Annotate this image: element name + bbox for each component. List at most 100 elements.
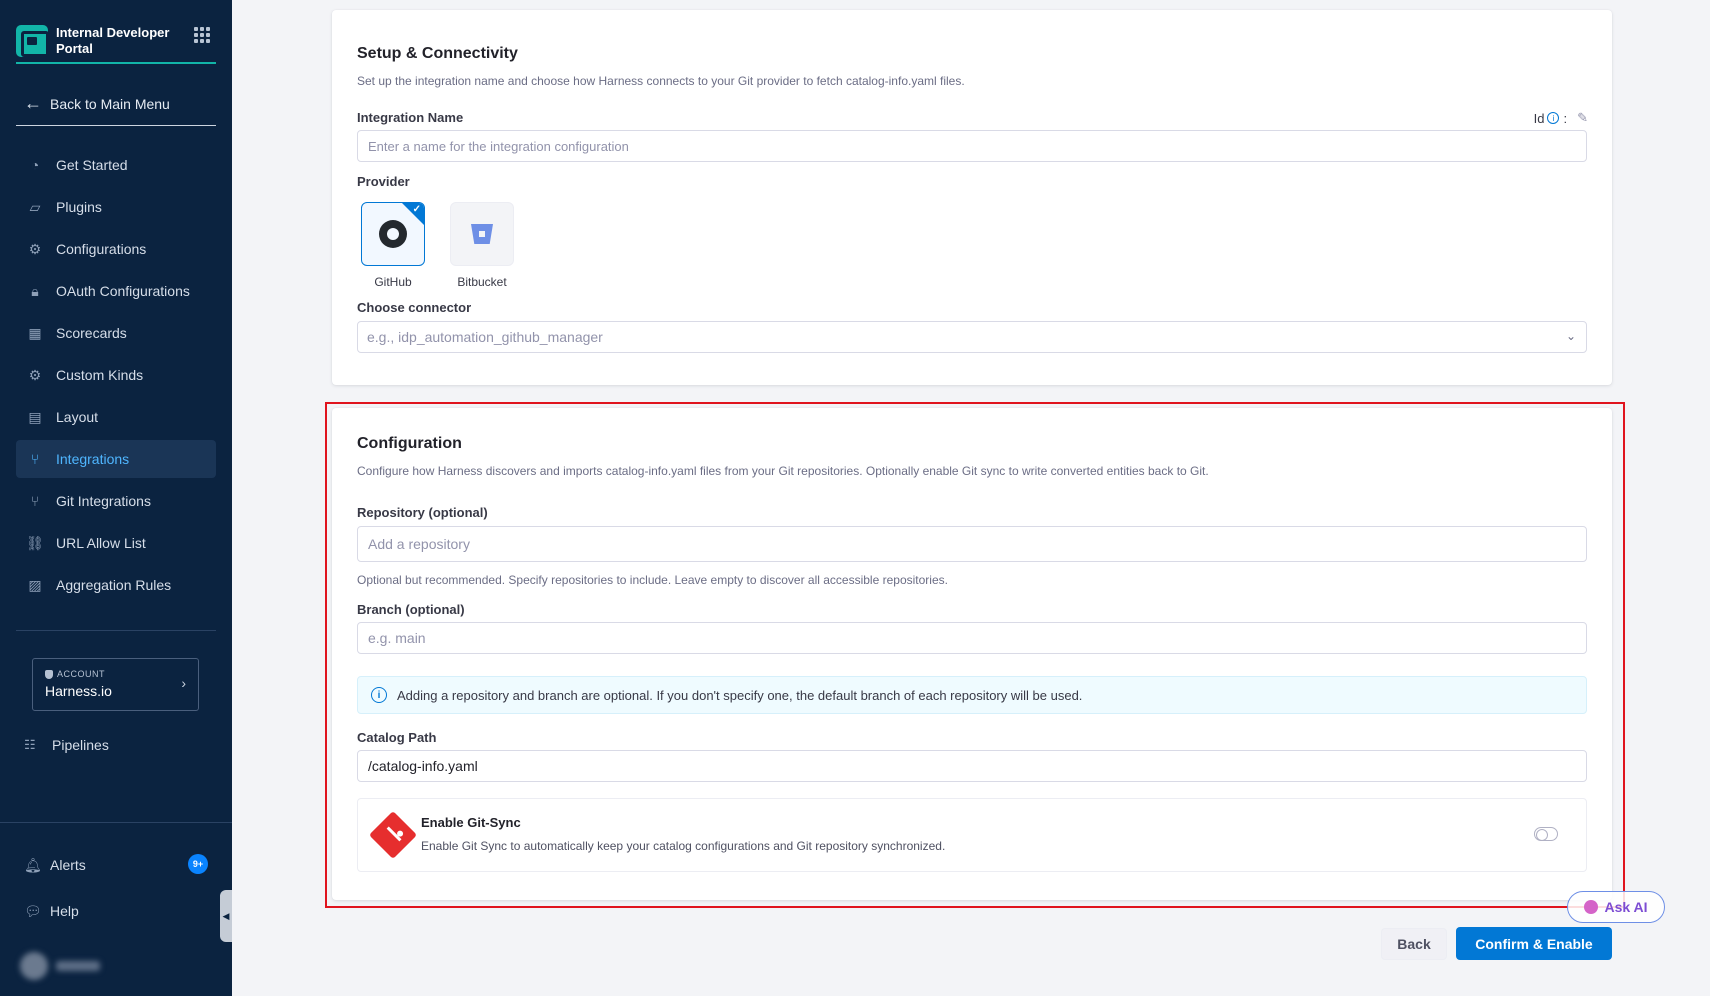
nav-divider	[16, 630, 216, 631]
ask-ai-label: Ask AI	[1604, 899, 1648, 915]
provider-bitbucket-tile[interactable]	[450, 202, 514, 266]
sidebar-item-custom-kinds[interactable]: ⚙ Custom Kinds	[16, 356, 216, 394]
configuration-card: Configuration Configure how Harness disc…	[332, 408, 1612, 900]
repository-helper-text: Optional but recommended. Specify reposi…	[357, 573, 948, 587]
integration-id: Id i : ✎	[1534, 110, 1588, 126]
user-profile[interactable]	[20, 952, 100, 980]
configuration-title: Configuration	[357, 435, 462, 452]
account-label: ACCOUNT	[57, 669, 105, 679]
connector-placeholder: e.g., idp_automation_github_manager	[367, 329, 603, 345]
alerts-count-badge: 9+	[188, 854, 208, 874]
sidebar-item-label: Integrations	[56, 451, 130, 467]
back-button[interactable]: Back	[1381, 928, 1447, 960]
chevron-right-icon: ›	[181, 675, 186, 691]
connector-select[interactable]: e.g., idp_automation_github_manager ⌄	[357, 321, 1587, 353]
sidebar-item-get-started[interactable]: ◔ Get Started	[16, 146, 216, 184]
git-sync-panel: Enable Git-Sync Enable Git Sync to autom…	[357, 798, 1587, 872]
pipelines-label: Pipelines	[52, 737, 109, 753]
plug-icon: ▱	[29, 198, 41, 215]
configuration-description: Configure how Harness discovers and impo…	[357, 464, 1209, 478]
sidebar-item-help[interactable]: 💬︎ Help	[24, 898, 79, 924]
sidebar-item-label: Scorecards	[56, 325, 127, 341]
info-banner-text: Adding a repository and branch are optio…	[397, 687, 1083, 703]
ai-sparkle-icon	[1584, 900, 1599, 914]
rocket-icon: ◔	[30, 157, 40, 173]
provider-bitbucket-label: Bitbucket	[457, 275, 507, 289]
choose-connector-label: Choose connector	[357, 300, 472, 315]
sidebar-item-label: Git Integrations	[56, 493, 151, 509]
sidebar-collapse-handle[interactable]: ◀	[220, 890, 232, 942]
check-icon: ✓	[412, 204, 421, 215]
sidebar-item-label: Plugins	[56, 199, 102, 215]
sidebar-item-label: Layout	[56, 409, 99, 425]
alerts-label: Alerts	[50, 857, 86, 873]
setup-title: Setup & Connectivity	[357, 45, 518, 62]
sidebar-nav: ◔ Get Started ▱ Plugins ⚙ Configurations 🔒︎ OAu…	[16, 146, 216, 608]
edit-pencil-icon[interactable]: ✎	[1577, 110, 1588, 126]
git-sync-toggle[interactable]	[1534, 827, 1558, 841]
sidebar-item-alerts[interactable]: 🔔︎ Alerts 9+	[24, 852, 208, 878]
setup-description: Set up the integration name and choose h…	[357, 74, 965, 88]
sidebar-item-plugins[interactable]: ▱ Plugins	[16, 188, 216, 226]
sidebar-item-label: Get Started	[56, 157, 128, 173]
sidebar-item-label: URL Allow List	[56, 535, 146, 551]
sidebar-item-label: Custom Kinds	[56, 367, 144, 383]
scorecard-icon: ▦	[28, 324, 42, 341]
confirm-enable-button[interactable]: Confirm & Enable	[1456, 927, 1612, 960]
integrations-icon: ⑂	[30, 451, 40, 467]
link-icon: ⛓	[26, 534, 44, 551]
sidebar-item-configurations[interactable]: ⚙ Configurations	[16, 230, 216, 268]
integration-name-input[interactable]: Enter a name for the integration configu…	[357, 130, 1587, 162]
provider-label: Provider	[357, 174, 410, 189]
arrow-left-icon: ←	[24, 93, 42, 113]
aggregation-icon: ▨	[28, 576, 42, 593]
bitbucket-icon	[471, 224, 493, 244]
git-sync-title: Enable Git-Sync	[421, 815, 521, 830]
app-switcher-grid-icon[interactable]	[194, 27, 210, 43]
pipelines-icon: ☷	[24, 737, 36, 752]
branch-label: Branch (optional)	[357, 602, 465, 617]
sidebar-item-pipelines[interactable]: ☷ Pipelines	[24, 730, 109, 760]
main-content: Setup & Connectivity Set up the integrat…	[232, 0, 1710, 996]
sidebar-item-oauth-configurations[interactable]: 🔒︎ OAuth Configurations	[16, 272, 216, 310]
optional-info-banner: i Adding a repository and branch are opt…	[357, 676, 1587, 714]
branch-input[interactable]: e.g. main	[357, 622, 1587, 654]
brand-title: Internal Developer Portal	[56, 25, 170, 56]
repository-input[interactable]: Add a repository	[357, 526, 1587, 562]
provider-github-tile[interactable]: ✓	[361, 202, 425, 266]
git-logo-icon	[368, 810, 418, 860]
info-icon[interactable]: i	[1547, 112, 1560, 124]
sidebar-item-aggregation-rules[interactable]: ▨ Aggregation Rules	[16, 566, 216, 604]
chevron-down-icon: ⌄	[1565, 329, 1576, 343]
back-to-main-menu-link[interactable]: ← Back to Main Menu	[16, 82, 216, 126]
repository-label: Repository (optional)	[357, 505, 488, 520]
sidebar-item-git-integrations[interactable]: ⑂ Git Integrations	[16, 482, 216, 520]
id-label: Id	[1533, 110, 1545, 126]
sidebar-item-label: Aggregation Rules	[56, 577, 172, 593]
sidebar-item-scorecards[interactable]: ▦ Scorecards	[16, 314, 216, 352]
catalog-path-input[interactable]: /catalog-info.yaml	[357, 750, 1587, 782]
sidebar-item-integrations[interactable]: ⑂ Integrations	[16, 440, 216, 478]
lock-icon: 🔒︎	[31, 282, 39, 299]
back-to-main-menu-label: Back to Main Menu	[50, 95, 170, 112]
avatar	[20, 952, 48, 980]
shield-icon	[45, 669, 53, 679]
setup-connectivity-card: Setup & Connectivity Set up the integrat…	[332, 10, 1612, 385]
help-label: Help	[50, 903, 79, 919]
sidebar-item-layout[interactable]: ▤ Layout	[16, 398, 216, 436]
brand[interactable]: Internal Developer Portal	[16, 18, 216, 64]
bottom-divider	[0, 822, 232, 823]
ask-ai-button[interactable]: Ask AI	[1567, 891, 1665, 923]
git-sync-description: Enable Git Sync to automatically keep yo…	[421, 839, 946, 853]
sidebar-item-url-allow-list[interactable]: ⛓ URL Allow List	[16, 524, 216, 562]
provider-github-label: GitHub	[374, 275, 412, 289]
info-icon: i	[371, 687, 387, 703]
account-name: Harness.io	[45, 683, 112, 699]
account-selector[interactable]: ACCOUNT Harness.io ›	[32, 658, 199, 711]
bell-icon: 🔔︎	[24, 856, 42, 873]
gear-icon: ⚙	[28, 366, 42, 383]
help-chat-icon: 💬︎	[24, 902, 42, 919]
layout-icon: ▤	[28, 408, 42, 425]
sidebar-item-label: Configurations	[56, 241, 147, 257]
git-branch-icon: ⑂	[30, 493, 40, 509]
